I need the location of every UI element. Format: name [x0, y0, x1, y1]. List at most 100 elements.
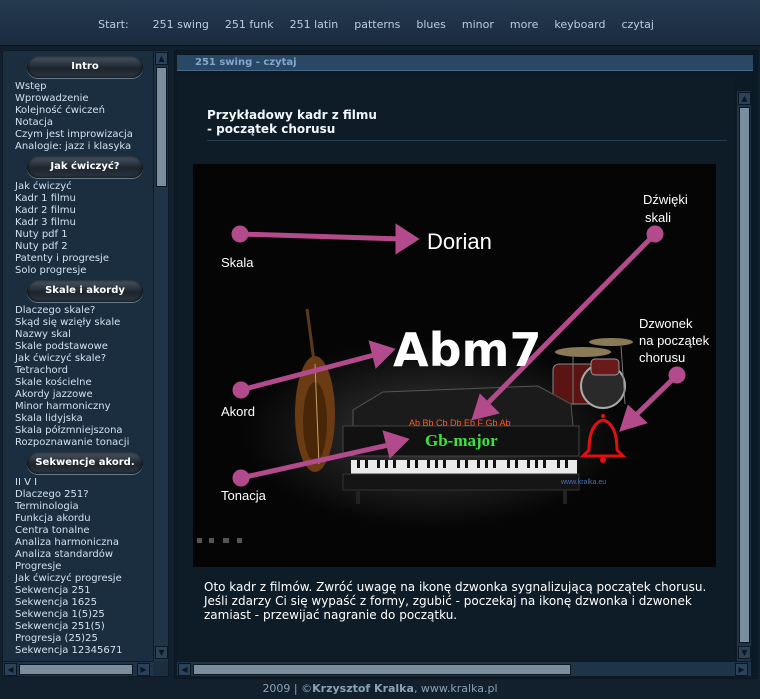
sidebar-link[interactable]: Minor harmoniczny — [3, 401, 153, 413]
nav-item-patterns[interactable]: patterns — [354, 18, 400, 38]
nav-start-label: Start: — [98, 18, 129, 31]
sidebar-link[interactable]: Kadr 1 filmu — [3, 193, 153, 205]
scroll-up-icon[interactable]: ▲ — [155, 52, 168, 65]
sidebar-link[interactable]: Analiza standardów — [3, 549, 153, 561]
sidebar-link[interactable]: Nuty pdf 1 — [3, 229, 153, 241]
sidebar-link[interactable]: II V I — [3, 477, 153, 489]
content-area: Przykładowy kadr z filmu - początek chor… — [177, 75, 735, 661]
sidebar-link[interactable]: Funkcja akordu — [3, 513, 153, 525]
sidebar-scroll-thumb[interactable] — [156, 67, 167, 187]
sidebar: Intro Wstęp Wprowadzenie Kolejność ćwiczeń N… — [2, 50, 169, 677]
nav-item-keyboard[interactable]: keyboard — [554, 18, 605, 38]
key-name: Gb-major — [425, 431, 498, 450]
chord-name: Abm7 — [393, 323, 541, 377]
sidebar-link[interactable]: Jak ćwiczyć progresje — [3, 573, 153, 585]
nav-item-more[interactable]: more — [510, 18, 539, 38]
film-frame-illustration: Skala Akord Tonacja Dźwięki skali Dzwone… — [197, 192, 710, 543]
sidebar-link[interactable]: Dlaczego 251? — [3, 489, 153, 501]
sidebar-link[interactable]: Kolejność ćwiczeń — [3, 105, 153, 117]
scroll-down-icon[interactable]: ▼ — [738, 646, 751, 659]
sidebar-link[interactable]: Progresja (25)25 — [3, 633, 153, 645]
sidebar-link[interactable]: Terminologia — [3, 501, 153, 513]
sidebar-link[interactable]: Solo progresje — [3, 265, 153, 277]
sidebar-link[interactable]: Akordy jazzowe — [3, 389, 153, 401]
sidebar-link[interactable]: Progresje — [3, 561, 153, 573]
page-title-line-1: Przykładowy kadr z filmu — [207, 108, 377, 122]
player-control-icon[interactable] — [223, 538, 229, 543]
sidebar-link[interactable]: Sekwencja 12345671 — [3, 645, 153, 657]
sidebar-link[interactable]: Skale podstawowe — [3, 341, 153, 353]
sidebar-link[interactable]: Sekwencja 1(5)25 — [3, 609, 153, 621]
label-dzwonek-line-2: na początek — [639, 333, 710, 348]
scroll-right-icon[interactable]: ▶ — [735, 663, 748, 676]
nav-item-251-latin[interactable]: 251 latin — [290, 18, 339, 38]
sidebar-link[interactable]: Notacja — [3, 117, 153, 129]
label-dzwonek-line-3: chorusu — [639, 350, 685, 365]
sidebar-section-button[interactable]: Jak ćwiczyć? — [27, 156, 143, 178]
scroll-up-icon[interactable]: ▲ — [738, 92, 751, 105]
sidebar-link[interactable]: Tetrachord — [3, 365, 153, 377]
sidebar-section-button[interactable]: Intro — [27, 56, 143, 78]
content-tab-bar: 251 swing - czytaj — [177, 55, 753, 71]
sidebar-link[interactable]: Jak ćwiczyć — [3, 181, 153, 193]
content-tab-title: 251 swing - czytaj — [195, 57, 297, 68]
sidebar-link[interactable]: Patenty i progresje — [3, 253, 153, 265]
sidebar-link-group: Jak ćwiczyć Kadr 1 filmu Kadr 2 filmu Kadr … — [3, 181, 153, 277]
description-paragraph-2: Jeśli zdarzy Ci się wypaść z formy, zgub… — [204, 594, 692, 622]
sidebar-link-group: Dlaczego skale? Skąd się wzięły skale Nazw… — [3, 305, 153, 449]
footer-year: 2009 | © — [262, 682, 313, 695]
player-control-icon[interactable] — [237, 538, 242, 543]
sidebar-link[interactable]: Centra tonalne — [3, 525, 153, 537]
sidebar-vertical-scrollbar[interactable]: ▲ ▼ — [153, 51, 168, 661]
sidebar-link[interactable]: Kadr 2 filmu — [3, 205, 153, 217]
sidebar-link[interactable]: Czym jest improwizacja — [3, 129, 153, 141]
content-scroll-thumb[interactable] — [739, 107, 750, 643]
page-title: Przykładowy kadr z filmu - początek chor… — [207, 108, 727, 141]
sidebar-link[interactable]: Skala lidyjska — [3, 413, 153, 425]
sidebar-section-button[interactable]: Skale i akordy — [27, 280, 143, 302]
sidebar-hscroll-thumb[interactable] — [19, 664, 133, 675]
sidebar-link[interactable]: Kadr 3 filmu — [3, 217, 153, 229]
content-vertical-scrollbar[interactable]: ▲ ▼ — [736, 91, 751, 661]
nav-item-minor[interactable]: minor — [462, 18, 494, 38]
nav-item-blues[interactable]: blues — [416, 18, 446, 38]
sidebar-link[interactable]: Jak ćwiczyć skale? — [3, 353, 153, 365]
nav-item-251-swing[interactable]: 251 swing — [153, 18, 209, 38]
scroll-left-icon[interactable]: ◀ — [178, 663, 191, 676]
sidebar-link[interactable]: Skąd się wzięły skale — [3, 317, 153, 329]
sidebar-link[interactable]: Sekwencja 1625 — [3, 597, 153, 609]
sidebar-list: Intro Wstęp Wprowadzenie Kolejność ćwiczeń N… — [3, 53, 153, 659]
sidebar-link[interactable]: Nazwy skal — [3, 329, 153, 341]
scroll-down-icon[interactable]: ▼ — [155, 646, 168, 659]
scale-notes: Ab Bb Cb Db Eb F Gb Ab — [409, 418, 511, 428]
sidebar-link[interactable]: Dlaczego skale? — [3, 305, 153, 317]
label-tonacja: Tonacja — [221, 488, 267, 503]
scroll-left-icon[interactable]: ◀ — [4, 663, 17, 676]
nav-item-czytaj[interactable]: czytaj — [621, 18, 653, 38]
content-horizontal-scrollbar[interactable]: ◀ ▶ — [177, 661, 751, 676]
sidebar-link[interactable]: Analiza harmoniczna — [3, 537, 153, 549]
player-control-icon[interactable] — [209, 538, 214, 543]
footer-site: , www.kralka.pl — [413, 682, 498, 695]
sidebar-link[interactable]: Wstęp — [3, 81, 153, 93]
main-panel: 251 swing - czytaj Przykładowy kadr z fi… — [174, 50, 758, 679]
content-hscroll-thumb[interactable] — [193, 664, 571, 675]
sidebar-section-button[interactable]: Sekwencje akord. — [27, 452, 143, 474]
sidebar-link[interactable]: Analogie: jazz i klasyka — [3, 141, 153, 153]
scroll-right-icon[interactable]: ▶ — [137, 663, 150, 676]
label-akord: Akord — [221, 404, 255, 419]
sidebar-link[interactable]: Wprowadzenie — [3, 93, 153, 105]
sidebar-link[interactable]: Rozpoznawanie tonacji — [3, 437, 153, 449]
sidebar-link[interactable]: Sekwencja 251(5) — [3, 621, 153, 633]
label-dzwieki-line-2: skali — [645, 210, 671, 225]
sidebar-link[interactable]: Nuty pdf 2 — [3, 241, 153, 253]
sidebar-horizontal-scrollbar[interactable]: ◀ ▶ — [3, 661, 153, 676]
drum-kit-icon — [552, 338, 633, 409]
sidebar-link[interactable]: Sekwencja 251 — [3, 585, 153, 597]
page-title-line-2: - początek chorusu — [207, 122, 336, 136]
sidebar-link[interactable]: Skale kościelne — [3, 377, 153, 389]
nav-item-251-funk[interactable]: 251 funk — [225, 18, 274, 38]
player-control-icon[interactable] — [197, 538, 202, 543]
sidebar-link[interactable]: Skala półzmniejszona — [3, 425, 153, 437]
label-skala: Skala — [221, 255, 254, 270]
